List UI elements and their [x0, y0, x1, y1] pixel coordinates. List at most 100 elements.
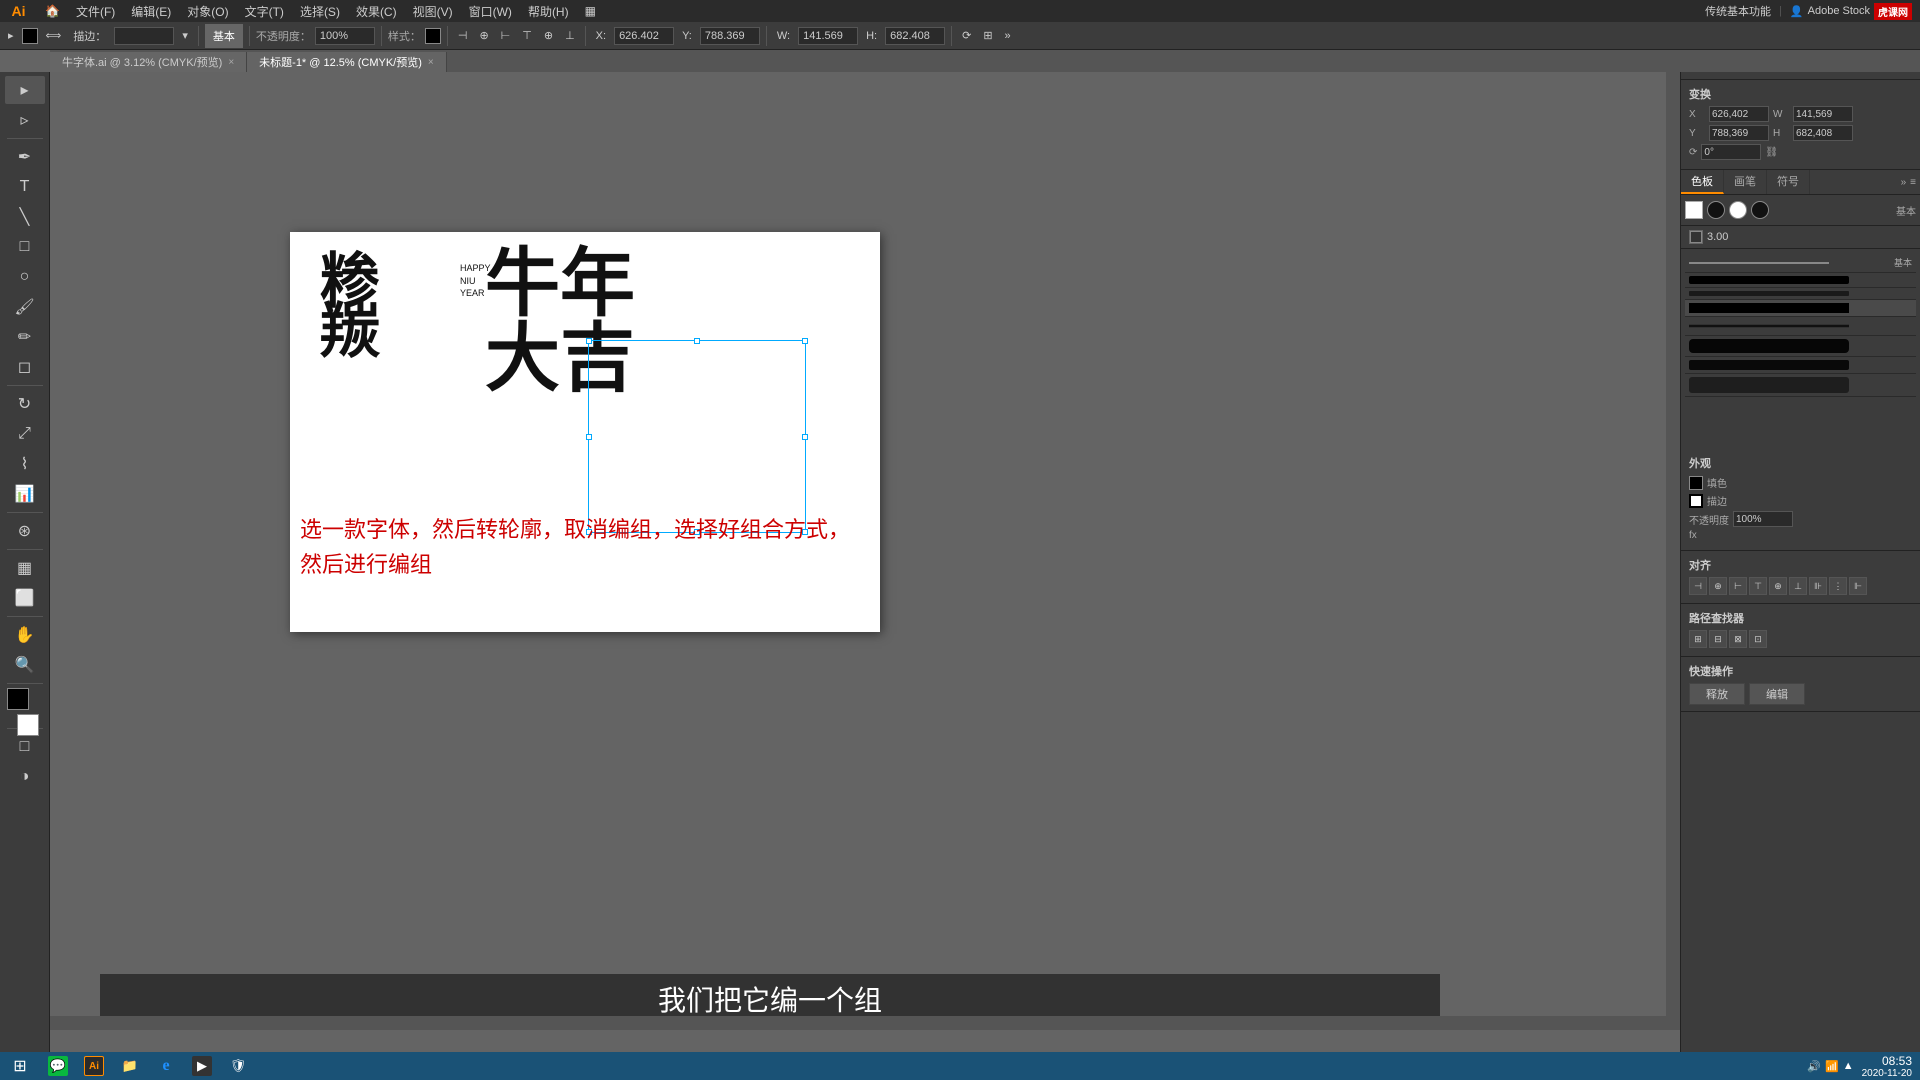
align-center-h-btn[interactable]: ⊕: [1709, 577, 1727, 595]
transform-x-input[interactable]: [1709, 106, 1769, 122]
expand-button[interactable]: 释放: [1689, 683, 1745, 705]
menu-edit[interactable]: 编辑(E): [123, 0, 179, 22]
align-bottom-icon[interactable]: ⊥: [561, 24, 579, 48]
brush-item-7[interactable]: [1685, 374, 1916, 397]
pen-tool[interactable]: ✒: [5, 143, 45, 171]
canvas-area[interactable]: 糁 羰 HAPPY NIU YEAR 牛年 大吉 选一款字体，: [50, 72, 1680, 1052]
menu-view[interactable]: 视图(V): [405, 0, 461, 22]
brush-tab-swatches[interactable]: 色板: [1681, 170, 1724, 194]
stock-label[interactable]: Adobe Stock: [1808, 5, 1870, 17]
align-middle-icon[interactable]: ⊕: [540, 24, 557, 48]
opacity-input-rp[interactable]: [1733, 511, 1793, 527]
coord-h[interactable]: [885, 27, 945, 45]
style-color-box[interactable]: [425, 28, 441, 44]
more-icon[interactable]: »: [1001, 24, 1015, 48]
brush-item-5[interactable]: [1685, 336, 1916, 357]
pathfinder-unite[interactable]: ⊞: [1689, 630, 1707, 648]
eraser-tool[interactable]: ◻: [5, 353, 45, 381]
scrollbar-bottom[interactable]: [50, 1016, 1666, 1030]
scrollbar-right[interactable]: [1666, 72, 1680, 1030]
brush-item-1[interactable]: [1685, 273, 1916, 288]
symbol-spray-tool[interactable]: ⊛: [5, 517, 45, 545]
transform-h-input[interactable]: [1793, 125, 1853, 141]
brush-tab-brushes[interactable]: 画笔: [1724, 170, 1767, 194]
align-center-v-btn[interactable]: ⊕: [1769, 577, 1787, 595]
workspace-menu[interactable]: ▦: [577, 0, 604, 22]
stroke-color-box-rp[interactable]: [1689, 494, 1703, 508]
rotate-tool[interactable]: ↻: [5, 390, 45, 418]
direct-select-tool[interactable]: ▹: [5, 106, 45, 134]
align-right-icon[interactable]: ⊢: [497, 24, 515, 48]
warp-tool[interactable]: ⌇: [5, 450, 45, 478]
tab-untitled[interactable]: 未标题-1* @ 12.5% (CMYK/预览) ×: [247, 52, 447, 72]
normal-mode[interactable]: □: [5, 733, 45, 761]
line-tool[interactable]: ╲: [5, 203, 45, 231]
stroke-dropdown[interactable]: ▾: [178, 24, 192, 48]
align-top-btn[interactable]: ⊤: [1749, 577, 1767, 595]
fx-button[interactable]: fx: [1689, 530, 1697, 541]
brush-item-basic[interactable]: 基本: [1685, 253, 1916, 273]
pathfinder-intersect[interactable]: ⊠: [1729, 630, 1747, 648]
edit-button[interactable]: 编辑: [1749, 683, 1805, 705]
coord-y[interactable]: [700, 27, 760, 45]
fill-color-box[interactable]: [1689, 476, 1703, 490]
systray-icons-more[interactable]: ▲: [1843, 1060, 1854, 1072]
selection-tool[interactable]: ▸: [5, 76, 45, 104]
brush-tab-symbols[interactable]: 符号: [1767, 170, 1810, 194]
menu-text[interactable]: 文字(T): [237, 0, 292, 22]
brush-item-4[interactable]: [1685, 317, 1916, 336]
pathfinder-exclude[interactable]: ⊡: [1749, 630, 1767, 648]
text-tool[interactable]: T: [5, 173, 45, 201]
distribute-right-btn[interactable]: ⊩: [1849, 577, 1867, 595]
stroke-icon[interactable]: ⟺: [42, 24, 66, 48]
column-graph-tool[interactable]: ▦: [5, 554, 45, 582]
brush-tool[interactable]: 🖌: [5, 293, 45, 321]
systray-sound[interactable]: 🔊: [1807, 1060, 1821, 1073]
align-left-btn[interactable]: ⊣: [1689, 577, 1707, 595]
taskbar-media[interactable]: ▶: [184, 1052, 220, 1080]
swatch-black[interactable]: [1707, 201, 1725, 219]
brush-item-3[interactable]: [1685, 300, 1916, 317]
swatch-dark[interactable]: [1751, 201, 1769, 219]
distribute-center-btn[interactable]: ⋮: [1829, 577, 1847, 595]
align-bottom-btn[interactable]: ⊥: [1789, 577, 1807, 595]
brush-panel-menu[interactable]: ≡: [1910, 177, 1916, 188]
align-left-icon[interactable]: ⊣: [454, 24, 472, 48]
taskbar-ie[interactable]: e: [148, 1052, 184, 1080]
sel-handle-mr[interactable]: [802, 434, 808, 440]
taskbar-illustrator[interactable]: Ai: [76, 1052, 112, 1080]
brush-item-2[interactable]: [1685, 288, 1916, 300]
menu-window[interactable]: 窗口(W): [461, 0, 520, 22]
menu-file[interactable]: 文件(F): [68, 0, 123, 22]
tab-cow-font-close[interactable]: ×: [228, 57, 234, 68]
sel-handle-tr[interactable]: [802, 338, 808, 344]
menu-object[interactable]: 对象(O): [179, 0, 236, 22]
swatch-none[interactable]: [1685, 201, 1703, 219]
sel-handle-tc[interactable]: [694, 338, 700, 344]
preview-mode[interactable]: ◑: [5, 763, 45, 791]
graph-tool[interactable]: 📊: [5, 480, 45, 508]
align-center-icon[interactable]: ⊕: [475, 24, 492, 48]
transform-y-input[interactable]: [1709, 125, 1769, 141]
menu-help[interactable]: 帮助(H): [520, 0, 577, 22]
taskbar-files[interactable]: 📁: [112, 1052, 148, 1080]
transform-icon[interactable]: ⟳: [958, 24, 975, 48]
coord-x[interactable]: [614, 27, 674, 45]
scale-tool[interactable]: ⤢: [5, 420, 45, 448]
rect-tool[interactable]: □: [5, 233, 45, 261]
menu-select[interactable]: 选择(S): [292, 0, 348, 22]
distribute-icon[interactable]: ⊞: [979, 24, 996, 48]
brush-item-6[interactable]: [1685, 357, 1916, 374]
align-top-icon[interactable]: ⊤: [518, 24, 536, 48]
stroke-color-box[interactable]: [22, 28, 38, 44]
tab-cow-font[interactable]: 牛字体.ai @ 3.12% (CMYK/预览) ×: [50, 52, 247, 72]
hand-tool[interactable]: ✋: [5, 621, 45, 649]
opacity-input[interactable]: [315, 27, 375, 45]
stroke-input[interactable]: [114, 27, 174, 45]
brush-panel-expand[interactable]: »: [1901, 177, 1907, 188]
menu-effect[interactable]: 效果(C): [348, 0, 405, 22]
pencil-tool[interactable]: ✏: [5, 323, 45, 351]
ellipse-tool[interactable]: ○: [5, 263, 45, 291]
home-icon[interactable]: 🏠: [37, 0, 68, 22]
sel-handle-ml[interactable]: [586, 434, 592, 440]
